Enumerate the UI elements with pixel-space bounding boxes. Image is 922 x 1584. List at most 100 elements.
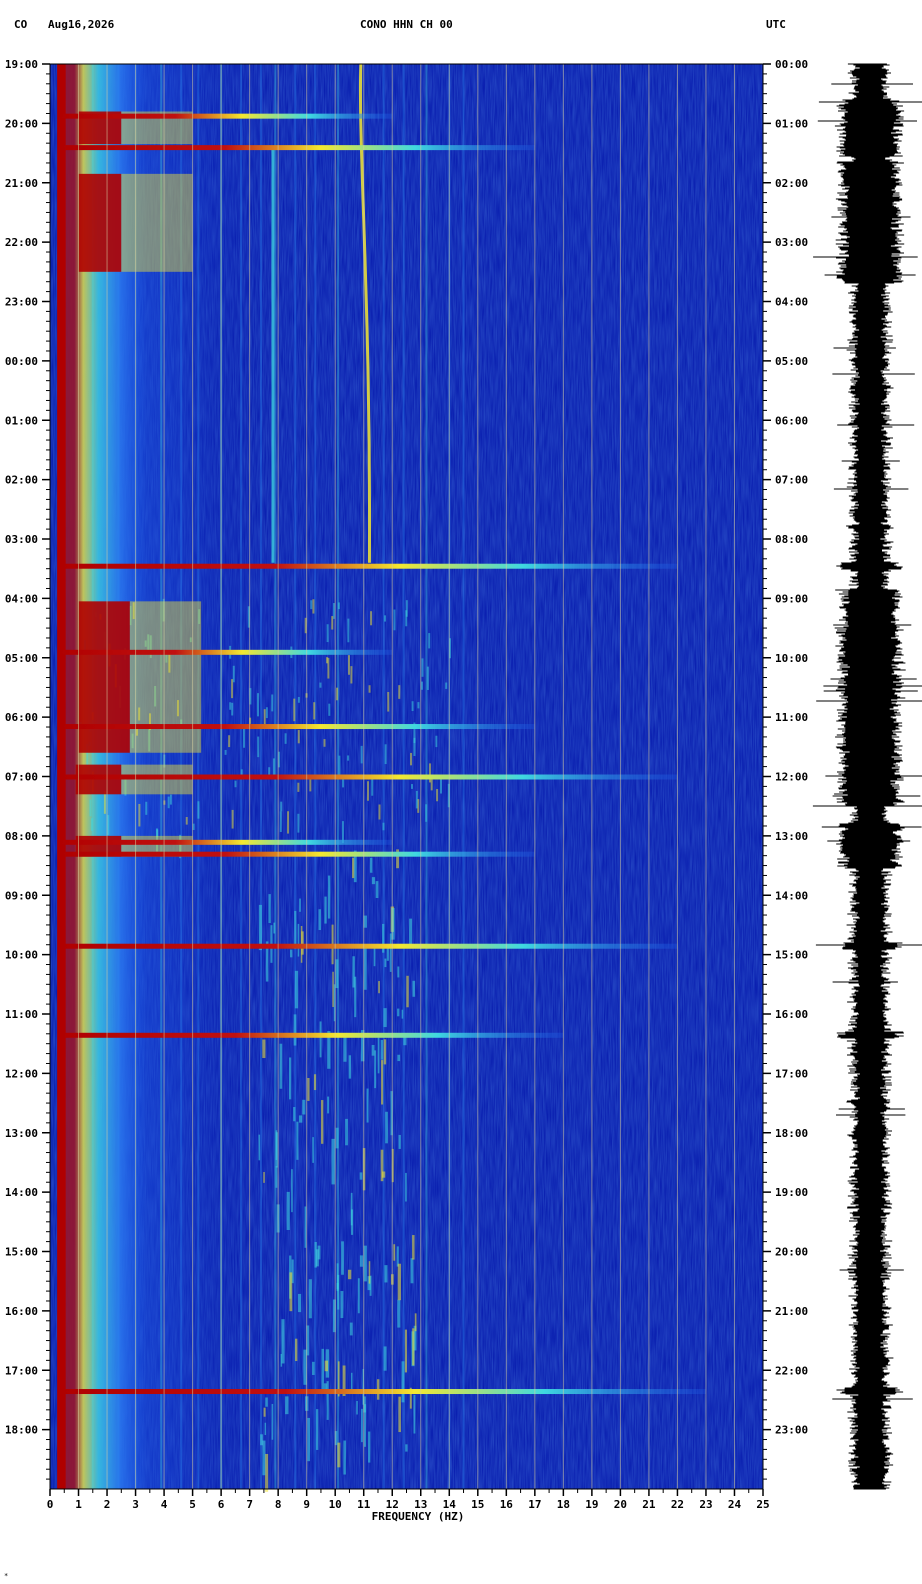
noise-streak	[231, 809, 234, 829]
y-left-tick-label: 22:00	[5, 236, 38, 249]
noise-streak	[421, 658, 424, 677]
tremor-streak	[258, 1134, 261, 1161]
x-tick-label: 8	[275, 1498, 282, 1511]
noise-streak	[398, 685, 401, 699]
tremor-streak	[332, 971, 334, 1008]
x-tick-label: 4	[161, 1498, 168, 1511]
broadband-event	[58, 851, 535, 857]
broadband-event	[58, 649, 393, 655]
noise-streak	[310, 600, 313, 610]
tremor-streak	[262, 1440, 266, 1476]
noise-streak	[348, 655, 351, 675]
tremor-streak	[290, 949, 293, 958]
tremor-streak	[318, 909, 321, 931]
noise-streak	[410, 784, 413, 789]
noise-streak	[368, 685, 371, 693]
tremor-streak	[263, 1172, 265, 1183]
spectral-line-7_8hz	[271, 147, 275, 563]
noise-streak	[328, 703, 331, 716]
y-left-tick-label: 00:00	[5, 355, 38, 368]
tremor-streak	[381, 1060, 384, 1105]
tremor-streak	[268, 894, 271, 924]
noise-streak	[297, 696, 300, 703]
tremor-streak	[302, 1099, 306, 1115]
noise-streak	[243, 726, 246, 748]
noise-streak	[415, 790, 418, 809]
tremor-streak	[289, 1057, 292, 1100]
y-right-tick-label: 20:00	[775, 1246, 808, 1259]
x-tick-label: 19	[585, 1498, 598, 1511]
noise-streak	[185, 817, 188, 825]
tremor-streak	[286, 1191, 290, 1231]
tremor-streak	[294, 910, 297, 949]
y-left-tick-label: 14:00	[5, 1186, 38, 1199]
tremor-streak	[404, 1329, 408, 1373]
tremor-streak	[313, 1074, 317, 1091]
tremor-streak	[397, 1263, 401, 1301]
y-right-tick-label: 04:00	[775, 296, 808, 309]
tremor-streak	[285, 1396, 289, 1415]
tremor-streak	[386, 948, 389, 961]
tremor-streak	[357, 1278, 360, 1314]
x-tick-label: 21	[642, 1498, 656, 1511]
noise-streak	[331, 616, 334, 630]
tremor-streak	[374, 1050, 377, 1089]
noise-streak	[332, 603, 335, 619]
x-tick-label: 10	[329, 1498, 342, 1511]
noise-streak	[89, 799, 92, 817]
noise-streak	[293, 698, 296, 722]
noise-streak	[265, 707, 268, 719]
noise-streak	[297, 730, 300, 744]
x-tick-label: 18	[557, 1498, 570, 1511]
noise-streak	[138, 803, 141, 827]
noise-streak	[145, 801, 148, 815]
tremor-streak	[401, 1009, 404, 1019]
saturated-block	[78, 601, 130, 753]
tremor-streak	[359, 1172, 363, 1180]
noise-streak	[382, 822, 385, 831]
noise-streak	[257, 736, 260, 758]
tremor-streak	[377, 1037, 380, 1074]
tremor-streak	[337, 1442, 341, 1468]
noise-streak	[338, 755, 341, 777]
seismogram-wiggle	[812, 63, 922, 1490]
noise-streak	[384, 615, 387, 622]
noise-streak	[429, 763, 432, 783]
seismogram-trace	[812, 63, 922, 1490]
tremor-streak	[380, 1040, 383, 1060]
y-right-tick-label: 21:00	[775, 1305, 808, 1318]
tremor-streak	[293, 1014, 297, 1046]
tremor-streak	[265, 1397, 268, 1407]
tremor-streak	[307, 1077, 310, 1101]
y-right-tick-label: 13:00	[775, 830, 808, 843]
y-right-tick-label: 08:00	[775, 533, 808, 546]
noise-streak	[284, 733, 287, 744]
tremor-streak	[383, 1346, 387, 1371]
y-left-tick-label: 08:00	[5, 830, 38, 843]
noise-streak	[326, 624, 329, 643]
tremor-streak	[291, 1169, 293, 1213]
y-left-tick-label: 20:00	[5, 117, 38, 130]
tremor-streak	[324, 1360, 329, 1372]
noise-streak	[387, 692, 390, 712]
x-axis-title: FREQUENCY (HZ)	[372, 1510, 465, 1523]
x-tick-label: 6	[218, 1498, 225, 1511]
tremor-streak	[398, 1134, 401, 1149]
tremor-streak	[275, 1130, 278, 1160]
y-left-tick-label: 10:00	[5, 949, 38, 962]
noise-streak	[297, 782, 300, 792]
broadband-event	[58, 724, 535, 730]
tremor-streak	[349, 1322, 353, 1336]
tremor-streak	[371, 877, 376, 885]
tremor-streak	[299, 898, 301, 912]
tremor-streak	[368, 1261, 371, 1284]
noise-streak	[234, 780, 237, 788]
tremor-streak	[271, 1403, 274, 1440]
y-right-tick-label: 00:00	[775, 58, 808, 71]
y-right-tick-label: 02:00	[775, 177, 808, 190]
x-tick-label: 16	[500, 1498, 514, 1511]
tremor-streak	[289, 1272, 293, 1312]
y-right-tick-label: 18:00	[775, 1127, 808, 1140]
broadband-event	[58, 1032, 564, 1038]
tremor-streak	[265, 1453, 269, 1492]
